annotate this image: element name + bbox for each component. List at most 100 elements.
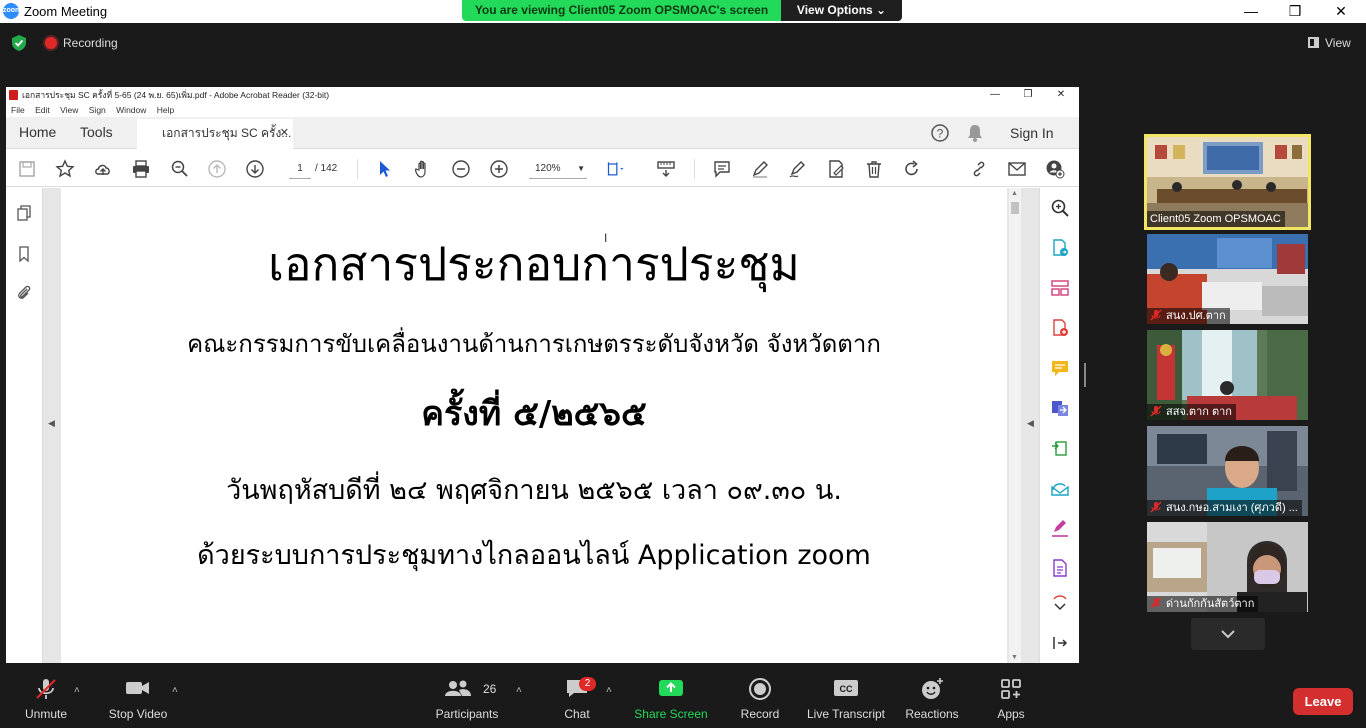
live-transcript-button[interactable]: CC Live Transcript bbox=[804, 671, 888, 725]
send-for-review-icon bbox=[1051, 483, 1069, 496]
help-icon: ? bbox=[931, 124, 949, 142]
rotate-icon bbox=[905, 160, 918, 176]
share-screen-label: Share Screen bbox=[634, 707, 708, 721]
left-navigation-rail bbox=[6, 188, 43, 663]
record-icon bbox=[749, 678, 771, 700]
comment-icon bbox=[714, 161, 730, 178]
pdf-icon bbox=[9, 90, 18, 100]
zoom-out-icon bbox=[452, 160, 470, 178]
doc-tab-close-icon: ✕ bbox=[279, 127, 289, 139]
live-transcript-label: Live Transcript bbox=[806, 707, 886, 721]
create-pdf-icon bbox=[1053, 319, 1068, 336]
panel-splitter-handle[interactable] bbox=[1084, 363, 1086, 387]
pages-thumbnails-icon bbox=[17, 205, 31, 221]
toolbar-separator bbox=[694, 159, 695, 179]
restore-button[interactable]: ❒ bbox=[1272, 0, 1318, 23]
acrobat-close-icon: ✕ bbox=[1056, 89, 1066, 100]
view-options-button[interactable]: View Options ⌄ bbox=[781, 0, 902, 21]
recording-indicator-icon bbox=[45, 37, 57, 49]
closed-caption-icon: CC bbox=[834, 680, 858, 696]
video-tile[interactable]: ด่านกักกันสัตว์ตาก bbox=[1147, 522, 1308, 612]
recording-label[interactable]: Recording bbox=[63, 36, 118, 50]
acrobat-titlebar: เอกสารประชุม SC ครั้งที่ 5-65 (24 พ.ย. 6… bbox=[6, 87, 1079, 103]
apps-button[interactable]: Apps bbox=[988, 671, 1034, 725]
mic-muted-icon bbox=[1150, 597, 1162, 609]
microphone-muted-icon bbox=[36, 679, 56, 699]
export-pdf-icon bbox=[1053, 239, 1068, 256]
participant-name-text: สนง.ปศ.ตาก bbox=[1166, 310, 1226, 322]
pdf-page: เอกสารประกอบการประชุม คณะกรรมการขับเคลื่… bbox=[61, 188, 1007, 663]
fit-page-icon bbox=[607, 162, 624, 176]
participants-count: 26 bbox=[483, 682, 497, 696]
video-tile-active-speaker[interactable]: Client05 Zoom OPSMOAC bbox=[1144, 134, 1311, 230]
participants-options-chevron-icon[interactable]: ˄ bbox=[516, 685, 522, 696]
toolbar-separator bbox=[357, 159, 358, 179]
leave-meeting-button[interactable]: Leave bbox=[1293, 688, 1353, 715]
chevron-down-icon bbox=[1221, 630, 1235, 639]
participant-name: สนง.กษอ.สามเงา (ศุภวดี) ... bbox=[1147, 500, 1302, 516]
page-number-input: 1 bbox=[289, 159, 311, 179]
participants-button[interactable]: Participants bbox=[430, 671, 504, 725]
acrobat-tabbar: Home Tools เอกสารประชุม SC ครั้ง... ✕ ? S… bbox=[6, 117, 1079, 149]
scroll-down-icon: ▼ bbox=[1011, 654, 1018, 661]
reactions-button[interactable]: Reactions bbox=[902, 671, 962, 725]
participant-name-text: ด่านกักกันสัตว์ตาก bbox=[1166, 598, 1255, 610]
right-panel-collapse-icon: ◀ bbox=[1027, 418, 1034, 428]
more-tools-chevron-icon bbox=[1053, 595, 1067, 611]
doc-committee: คณะกรรมการขับเคลื่อนงานด้านการเกษตรระดับ… bbox=[187, 330, 881, 358]
doc-title: เอกสารประกอบการประชุม bbox=[268, 237, 800, 291]
view-button[interactable]: View bbox=[1308, 36, 1351, 50]
svg-text:?: ? bbox=[937, 127, 944, 141]
close-button[interactable]: ✕ bbox=[1318, 0, 1364, 23]
participant-name: สสจ.ตาก ตาก bbox=[1147, 404, 1236, 420]
apps-label: Apps bbox=[997, 707, 1025, 721]
unmute-label: Unmute bbox=[24, 707, 68, 721]
unmute-button[interactable]: Unmute bbox=[16, 671, 76, 725]
print-icon bbox=[133, 160, 149, 178]
apps-icon bbox=[1001, 679, 1021, 699]
participants-label: Participants bbox=[435, 707, 499, 721]
audio-options-chevron-icon[interactable]: ˄ bbox=[74, 685, 80, 696]
participant-name: สนง.ปศ.ตาก bbox=[1147, 308, 1230, 324]
share-screen-button[interactable]: Share Screen bbox=[632, 671, 710, 725]
prev-page-icon bbox=[208, 160, 226, 178]
zoom-meeting-window: zoom Zoom Meeting — ❒ ✕ You are viewing … bbox=[0, 0, 1366, 728]
participant-name-text: สนง.กษอ.สามเงา (ศุภวดี) ... bbox=[1166, 502, 1298, 514]
menu-sign: Sign bbox=[88, 105, 106, 115]
video-tile[interactable]: สนง.ปศ.ตาก bbox=[1147, 234, 1308, 324]
participants-icon bbox=[445, 680, 472, 696]
scroll-mode-icon bbox=[657, 161, 675, 177]
participant-name-text: สสจ.ตาก ตาก bbox=[1166, 406, 1232, 418]
chat-options-chevron-icon[interactable]: ˄ bbox=[606, 685, 612, 696]
security-shield-icon[interactable] bbox=[10, 34, 28, 52]
menu-help: Help bbox=[156, 105, 175, 115]
acrobat-window-title: เอกสารประชุม SC ครั้งที่ 5-65 (24 พ.ย. 6… bbox=[22, 90, 330, 100]
star-icon bbox=[55, 159, 75, 178]
acrobat-minimize-icon: — bbox=[990, 89, 1000, 100]
video-camera-icon bbox=[126, 682, 149, 694]
fill-sign-icon bbox=[829, 160, 844, 178]
participant-name-text: Client05 Zoom OPSMOAC bbox=[1150, 213, 1281, 225]
doc-meeting-method: ด้วยระบบการประชุมทางไกลออนไลน์ Applicati… bbox=[197, 540, 871, 571]
video-strip-scroll-down-button[interactable] bbox=[1191, 618, 1265, 650]
scroll-up-icon: ▲ bbox=[1011, 190, 1018, 197]
minimize-button[interactable]: — bbox=[1228, 0, 1274, 23]
acrobat-menubar: File Edit View Sign Window Help bbox=[6, 103, 1079, 117]
screen-share-banner: You are viewing Client05 Zoom OPSMOAC's … bbox=[462, 0, 902, 21]
video-tile[interactable]: สนง.กษอ.สามเงา (ศุภวดี) ... bbox=[1147, 426, 1308, 516]
record-button[interactable]: Record bbox=[734, 671, 786, 725]
zoom-level-select: 120% ▼ bbox=[529, 159, 587, 179]
select-cursor-icon bbox=[380, 161, 390, 177]
menu-view: View bbox=[60, 105, 79, 115]
stop-video-button[interactable]: Stop Video bbox=[102, 671, 174, 725]
shared-screen-acrobat: เอกสารประชุม SC ครั้งที่ 5-65 (24 พ.ย. 6… bbox=[6, 87, 1079, 663]
zoom-in-icon bbox=[490, 160, 508, 178]
smiley-face-icon bbox=[922, 678, 943, 699]
video-options-chevron-icon[interactable]: ˄ bbox=[172, 685, 178, 696]
video-tile[interactable]: สสจ.ตาก ตาก bbox=[1147, 330, 1308, 420]
compress-pdf-icon bbox=[1052, 441, 1067, 456]
sign-in-link: Sign In bbox=[1010, 125, 1054, 141]
window-title: Zoom Meeting bbox=[24, 4, 108, 19]
right-tools-rail bbox=[1039, 188, 1079, 663]
bell-icon bbox=[968, 125, 982, 142]
